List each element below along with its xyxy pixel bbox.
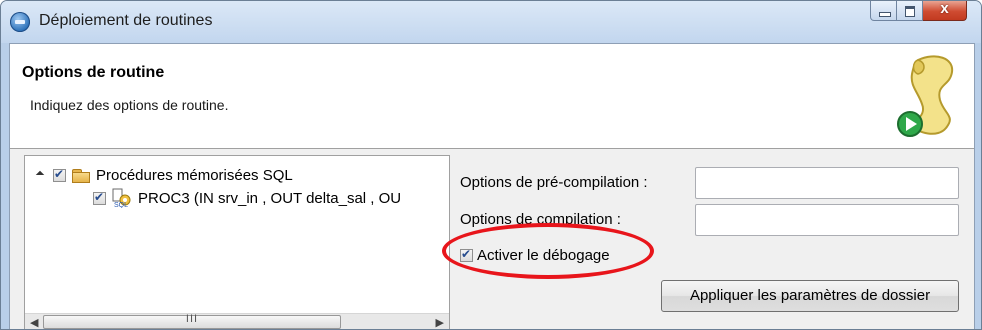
stored-procedure-icon: SQL [112, 188, 131, 208]
precompile-input[interactable] [695, 167, 959, 199]
app-icon [10, 12, 30, 32]
proc3-label: PROC3 (IN srv_in , OUT delta_sal , OU [138, 189, 402, 207]
svg-text:SQL: SQL [114, 202, 128, 208]
window-title: Déploiement de routines [39, 12, 213, 29]
dialog-window: Déploiement de routines x Options de rou… [0, 0, 982, 330]
proc3-checkbox[interactable] [93, 190, 106, 205]
dialog-content: Options de routine Indiquez des options … [9, 43, 975, 329]
close-button[interactable]: x [923, 1, 967, 21]
scrollbar-thumb[interactable]: III [43, 313, 341, 329]
caption-buttons: x [870, 1, 967, 22]
tree-row-root[interactable]: Procédures mémorisées SQL [35, 164, 293, 186]
open-folder-icon [72, 168, 90, 183]
page-title: Options de routine [22, 64, 165, 81]
scroll-right-icon[interactable]: ▶ [436, 316, 444, 329]
close-icon: x [940, 0, 949, 17]
routine-tree[interactable]: Procédures mémorisées SQL SQL PROC3 (IN … [24, 155, 450, 329]
tree-root-label: Procédures mémorisées SQL [96, 166, 293, 184]
expander-icon[interactable] [35, 170, 45, 180]
tree-row-proc3[interactable]: SQL PROC3 (IN srv_in , OUT delta_sal , O… [93, 187, 401, 209]
root-checkbox[interactable] [53, 167, 66, 182]
highlight-ellipse [442, 223, 654, 279]
maximize-button[interactable] [897, 1, 923, 21]
minimize-button[interactable] [870, 1, 897, 21]
precompile-label: Options de pré-compilation : [460, 174, 648, 191]
horizontal-scrollbar[interactable]: ◀ III ▶ [25, 313, 449, 329]
header-banner: Options de routine Indiquez des options … [10, 44, 974, 149]
scroll-run-icon [897, 55, 954, 137]
compile-input[interactable] [695, 204, 959, 236]
title-bar[interactable]: Déploiement de routines x [1, 1, 981, 43]
page-description: Indiquez des options de routine. [30, 97, 229, 113]
scroll-left-icon[interactable]: ◀ [30, 316, 38, 329]
thumb-grip-icon: III [185, 313, 199, 325]
apply-folder-settings-button[interactable]: Appliquer les paramètres de dossier [661, 280, 959, 312]
